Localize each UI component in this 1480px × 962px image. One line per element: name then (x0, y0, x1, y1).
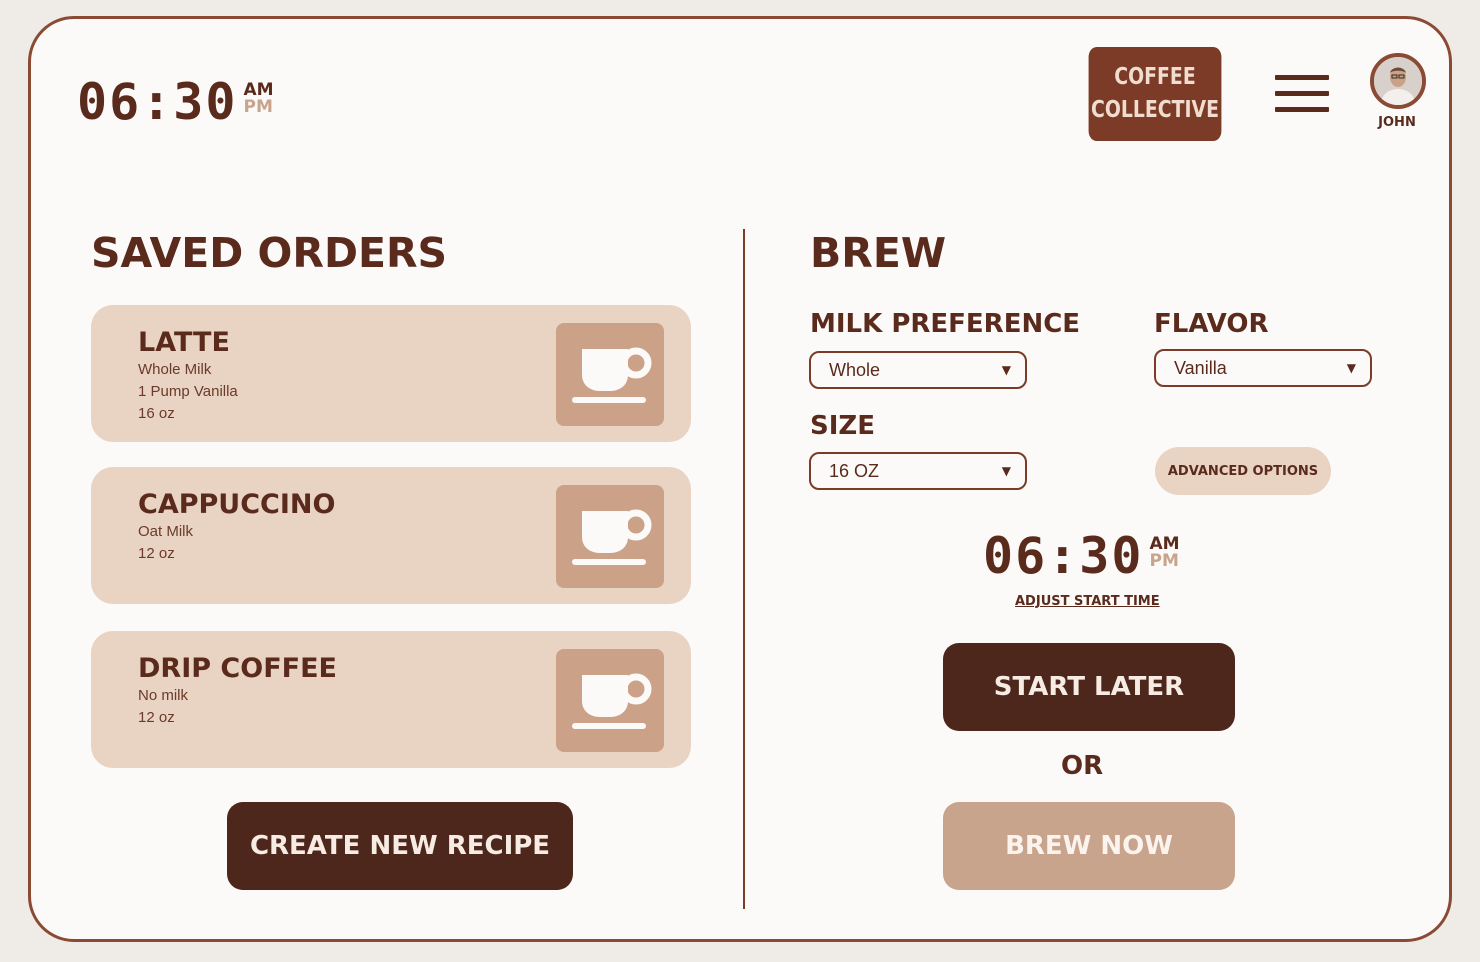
adjust-start-time-link[interactable]: ADJUST START TIME (1015, 594, 1160, 609)
pm-label: PM (1149, 551, 1179, 571)
start-later-button[interactable]: START LATER (943, 643, 1235, 731)
order-details: Whole Milk 1 Pump Vanilla 16 oz (138, 359, 238, 425)
current-time-display: 06:30 AM PM (77, 75, 274, 129)
hamburger-menu-icon[interactable] (1275, 75, 1329, 113)
user-avatar[interactable] (1370, 53, 1426, 109)
brand-logo: COFFEE COLLECTIVE (1088, 47, 1222, 141)
flavor-select[interactable]: Vanilla ▼ (1154, 349, 1372, 387)
app-panel: 06:30 AM PM COFFEE COLLECTIVE JOHN SAVED… (28, 16, 1452, 942)
milk-preference-select[interactable]: Whole ▼ (809, 351, 1027, 389)
order-details: Oat Milk 12 oz (138, 521, 193, 565)
chevron-down-icon: ▼ (1346, 361, 1356, 375)
order-detail-line: Whole Milk (138, 361, 212, 378)
brand-name: COFFEE COLLECTIVE (1091, 64, 1219, 123)
order-name: LATTE (138, 327, 230, 358)
person-icon (1374, 57, 1422, 105)
coffee-cup-icon (556, 649, 664, 752)
or-separator: OR (1061, 751, 1104, 781)
order-detail-line: 16 oz (138, 405, 175, 422)
pm-label: PM (243, 97, 273, 117)
time-digits: 06:30 (77, 73, 238, 131)
advanced-options-button[interactable]: ADVANCED OPTIONS (1155, 447, 1331, 495)
size-label: SIZE (810, 411, 876, 441)
milk-preference-value: Whole (829, 360, 881, 380)
saved-order-card[interactable]: CAPPUCCINO Oat Milk 12 oz (91, 467, 691, 604)
flavor-value: Vanilla (1174, 358, 1227, 378)
saved-order-card[interactable]: LATTE Whole Milk 1 Pump Vanilla 16 oz (91, 305, 691, 442)
brew-title: BREW (810, 229, 947, 277)
milk-preference-label: MILK PREFERENCE (810, 309, 1081, 339)
user-name: JOHN (1378, 115, 1416, 130)
am-pm-indicator: AM PM (244, 82, 274, 116)
order-detail-line: 12 oz (138, 545, 175, 562)
coffee-cup-icon (556, 323, 664, 426)
chevron-down-icon: ▼ (1001, 464, 1011, 478)
size-select[interactable]: 16 OZ ▼ (809, 452, 1027, 490)
brew-now-button[interactable]: BREW NOW (943, 802, 1235, 890)
flavor-label: FLAVOR (1154, 309, 1269, 339)
am-pm-indicator: AM PM (1150, 536, 1180, 570)
order-detail-line: Oat Milk (138, 523, 194, 540)
order-detail-line: No milk (138, 687, 189, 704)
chevron-down-icon: ▼ (1001, 363, 1011, 377)
saved-order-card[interactable]: DRIP COFFEE No milk 12 oz (91, 631, 691, 768)
column-divider (743, 229, 745, 909)
order-name: CAPPUCCINO (138, 489, 336, 520)
coffee-cup-icon (556, 485, 664, 588)
time-digits: 06:30 (983, 527, 1144, 585)
brew-start-time-display: 06:30 AM PM (983, 529, 1180, 583)
size-value: 16 OZ (829, 461, 880, 481)
order-detail-line: 1 Pump Vanilla (138, 383, 238, 400)
create-new-recipe-button[interactable]: CREATE NEW RECIPE (227, 802, 573, 890)
order-detail-line: 12 oz (138, 709, 175, 726)
order-details: No milk 12 oz (138, 685, 188, 729)
saved-orders-title: SAVED ORDERS (91, 229, 448, 277)
order-name: DRIP COFFEE (138, 653, 337, 684)
